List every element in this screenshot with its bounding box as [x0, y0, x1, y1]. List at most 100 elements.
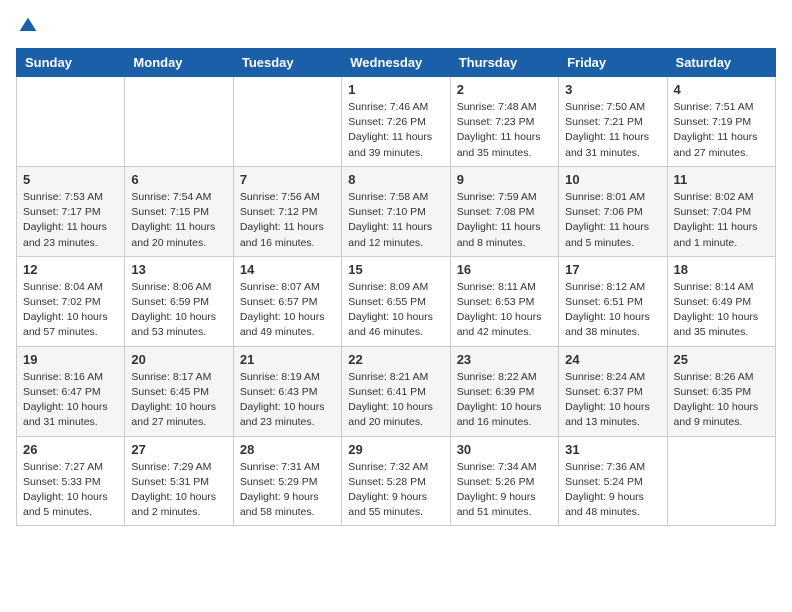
day-info: Sunrise: 8:26 AM Sunset: 6:35 PM Dayligh…	[674, 370, 769, 431]
calendar-cell: 17 Sunrise: 8:12 AM Sunset: 6:51 PM Dayli…	[559, 256, 667, 346]
day-number: 8	[348, 172, 443, 187]
day-number: 16	[457, 262, 552, 277]
calendar-cell: 6 Sunrise: 7:54 AM Sunset: 7:15 PM Daylig…	[125, 166, 233, 256]
day-info: Sunrise: 7:34 AM Sunset: 5:26 PM Dayligh…	[457, 460, 552, 521]
day-info: Sunrise: 8:24 AM Sunset: 6:37 PM Dayligh…	[565, 370, 660, 431]
day-info: Sunrise: 7:53 AM Sunset: 7:17 PM Dayligh…	[23, 190, 118, 251]
calendar-table: SundayMondayTuesdayWednesdayThursdayFrid…	[16, 48, 776, 526]
day-number: 17	[565, 262, 660, 277]
day-info: Sunrise: 7:31 AM Sunset: 5:29 PM Dayligh…	[240, 460, 335, 521]
day-info: Sunrise: 7:36 AM Sunset: 5:24 PM Dayligh…	[565, 460, 660, 521]
day-number: 18	[674, 262, 769, 277]
day-info: Sunrise: 7:58 AM Sunset: 7:10 PM Dayligh…	[348, 190, 443, 251]
header-monday: Monday	[125, 49, 233, 77]
calendar-cell: 30 Sunrise: 7:34 AM Sunset: 5:26 PM Dayli…	[450, 436, 558, 526]
calendar-cell: 14 Sunrise: 8:07 AM Sunset: 6:57 PM Dayli…	[233, 256, 341, 346]
logo	[16, 16, 38, 36]
calendar-cell	[667, 436, 775, 526]
day-number: 12	[23, 262, 118, 277]
calendar-cell: 16 Sunrise: 8:11 AM Sunset: 6:53 PM Dayli…	[450, 256, 558, 346]
week-row-4: 19Sunrise: 8:16 AM Sunset: 6:47 PM Dayli…	[17, 346, 776, 436]
day-info: Sunrise: 8:07 AM Sunset: 6:57 PM Dayligh…	[240, 280, 335, 341]
calendar-cell: 23Sunrise: 8:22 AM Sunset: 6:39 PM Dayli…	[450, 346, 558, 436]
calendar-cell: 22 Sunrise: 8:21 AM Sunset: 6:41 PM Dayli…	[342, 346, 450, 436]
day-info: Sunrise: 8:06 AM Sunset: 6:59 PM Dayligh…	[131, 280, 226, 341]
calendar-cell	[17, 77, 125, 167]
calendar-cell: 19Sunrise: 8:16 AM Sunset: 6:47 PM Dayli…	[17, 346, 125, 436]
calendar-cell: 31 Sunrise: 7:36 AM Sunset: 5:24 PM Dayli…	[559, 436, 667, 526]
day-number: 7	[240, 172, 335, 187]
week-row-2: 5 Sunrise: 7:53 AM Sunset: 7:17 PM Daylig…	[17, 166, 776, 256]
day-info: Sunrise: 7:48 AM Sunset: 7:23 PM Dayligh…	[457, 100, 552, 161]
day-info: Sunrise: 7:54 AM Sunset: 7:15 PM Dayligh…	[131, 190, 226, 251]
calendar-cell	[233, 77, 341, 167]
day-number: 11	[674, 172, 769, 187]
day-number: 23	[457, 352, 552, 367]
logo-icon	[18, 16, 38, 36]
page-header	[16, 16, 776, 36]
day-info: Sunrise: 7:27 AM Sunset: 5:33 PM Dayligh…	[23, 460, 118, 521]
day-info: Sunrise: 8:04 AM Sunset: 7:02 PM Dayligh…	[23, 280, 118, 341]
calendar-cell: 20Sunrise: 8:17 AM Sunset: 6:45 PM Dayli…	[125, 346, 233, 436]
calendar-cell: 8 Sunrise: 7:58 AM Sunset: 7:10 PM Daylig…	[342, 166, 450, 256]
day-info: Sunrise: 7:59 AM Sunset: 7:08 PM Dayligh…	[457, 190, 552, 251]
day-number: 28	[240, 442, 335, 457]
day-info: Sunrise: 7:50 AM Sunset: 7:21 PM Dayligh…	[565, 100, 660, 161]
header-saturday: Saturday	[667, 49, 775, 77]
day-number: 19	[23, 352, 118, 367]
day-info: Sunrise: 7:29 AM Sunset: 5:31 PM Dayligh…	[131, 460, 226, 521]
calendar-cell: 25 Sunrise: 8:26 AM Sunset: 6:35 PM Dayli…	[667, 346, 775, 436]
day-number: 15	[348, 262, 443, 277]
header-tuesday: Tuesday	[233, 49, 341, 77]
day-number: 14	[240, 262, 335, 277]
day-number: 29	[348, 442, 443, 457]
header-friday: Friday	[559, 49, 667, 77]
week-row-1: 1Sunrise: 7:46 AM Sunset: 7:26 PM Daylig…	[17, 77, 776, 167]
day-number: 10	[565, 172, 660, 187]
calendar-cell: 5 Sunrise: 7:53 AM Sunset: 7:17 PM Daylig…	[17, 166, 125, 256]
week-row-3: 12 Sunrise: 8:04 AM Sunset: 7:02 PM Dayli…	[17, 256, 776, 346]
calendar-cell: 29 Sunrise: 7:32 AM Sunset: 5:28 PM Dayli…	[342, 436, 450, 526]
day-info: Sunrise: 8:11 AM Sunset: 6:53 PM Dayligh…	[457, 280, 552, 341]
calendar-cell: 15 Sunrise: 8:09 AM Sunset: 6:55 PM Dayli…	[342, 256, 450, 346]
day-number: 24	[565, 352, 660, 367]
calendar-cell: 7 Sunrise: 7:56 AM Sunset: 7:12 PM Daylig…	[233, 166, 341, 256]
day-info: Sunrise: 7:46 AM Sunset: 7:26 PM Dayligh…	[348, 100, 443, 161]
day-number: 31	[565, 442, 660, 457]
calendar-cell: 28 Sunrise: 7:31 AM Sunset: 5:29 PM Dayli…	[233, 436, 341, 526]
day-info: Sunrise: 8:14 AM Sunset: 6:49 PM Dayligh…	[674, 280, 769, 341]
day-number: 5	[23, 172, 118, 187]
day-info: Sunrise: 8:19 AM Sunset: 6:43 PM Dayligh…	[240, 370, 335, 431]
day-number: 3	[565, 82, 660, 97]
day-number: 21	[240, 352, 335, 367]
day-info: Sunrise: 7:32 AM Sunset: 5:28 PM Dayligh…	[348, 460, 443, 521]
day-number: 25	[674, 352, 769, 367]
calendar-cell: 2Sunrise: 7:48 AM Sunset: 7:23 PM Daylig…	[450, 77, 558, 167]
day-info: Sunrise: 7:51 AM Sunset: 7:19 PM Dayligh…	[674, 100, 769, 161]
calendar-cell: 3 Sunrise: 7:50 AM Sunset: 7:21 PM Daylig…	[559, 77, 667, 167]
week-row-5: 26 Sunrise: 7:27 AM Sunset: 5:33 PM Dayli…	[17, 436, 776, 526]
day-number: 13	[131, 262, 226, 277]
day-number: 4	[674, 82, 769, 97]
calendar-cell: 12 Sunrise: 8:04 AM Sunset: 7:02 PM Dayli…	[17, 256, 125, 346]
calendar-cell: 4 Sunrise: 7:51 AM Sunset: 7:19 PM Daylig…	[667, 77, 775, 167]
header-wednesday: Wednesday	[342, 49, 450, 77]
header-sunday: Sunday	[17, 49, 125, 77]
calendar-cell: 21 Sunrise: 8:19 AM Sunset: 6:43 PM Dayli…	[233, 346, 341, 436]
calendar-cell: 18 Sunrise: 8:14 AM Sunset: 6:49 PM Dayli…	[667, 256, 775, 346]
calendar-cell: 27Sunrise: 7:29 AM Sunset: 5:31 PM Dayli…	[125, 436, 233, 526]
calendar-cell: 10Sunrise: 8:01 AM Sunset: 7:06 PM Dayli…	[559, 166, 667, 256]
day-number: 26	[23, 442, 118, 457]
calendar-cell	[125, 77, 233, 167]
day-number: 9	[457, 172, 552, 187]
day-number: 20	[131, 352, 226, 367]
day-info: Sunrise: 8:12 AM Sunset: 6:51 PM Dayligh…	[565, 280, 660, 341]
day-info: Sunrise: 8:09 AM Sunset: 6:55 PM Dayligh…	[348, 280, 443, 341]
day-number: 30	[457, 442, 552, 457]
calendar-cell: 26 Sunrise: 7:27 AM Sunset: 5:33 PM Dayli…	[17, 436, 125, 526]
day-info: Sunrise: 8:21 AM Sunset: 6:41 PM Dayligh…	[348, 370, 443, 431]
day-number: 22	[348, 352, 443, 367]
day-number: 6	[131, 172, 226, 187]
header-row: SundayMondayTuesdayWednesdayThursdayFrid…	[17, 49, 776, 77]
day-info: Sunrise: 7:56 AM Sunset: 7:12 PM Dayligh…	[240, 190, 335, 251]
